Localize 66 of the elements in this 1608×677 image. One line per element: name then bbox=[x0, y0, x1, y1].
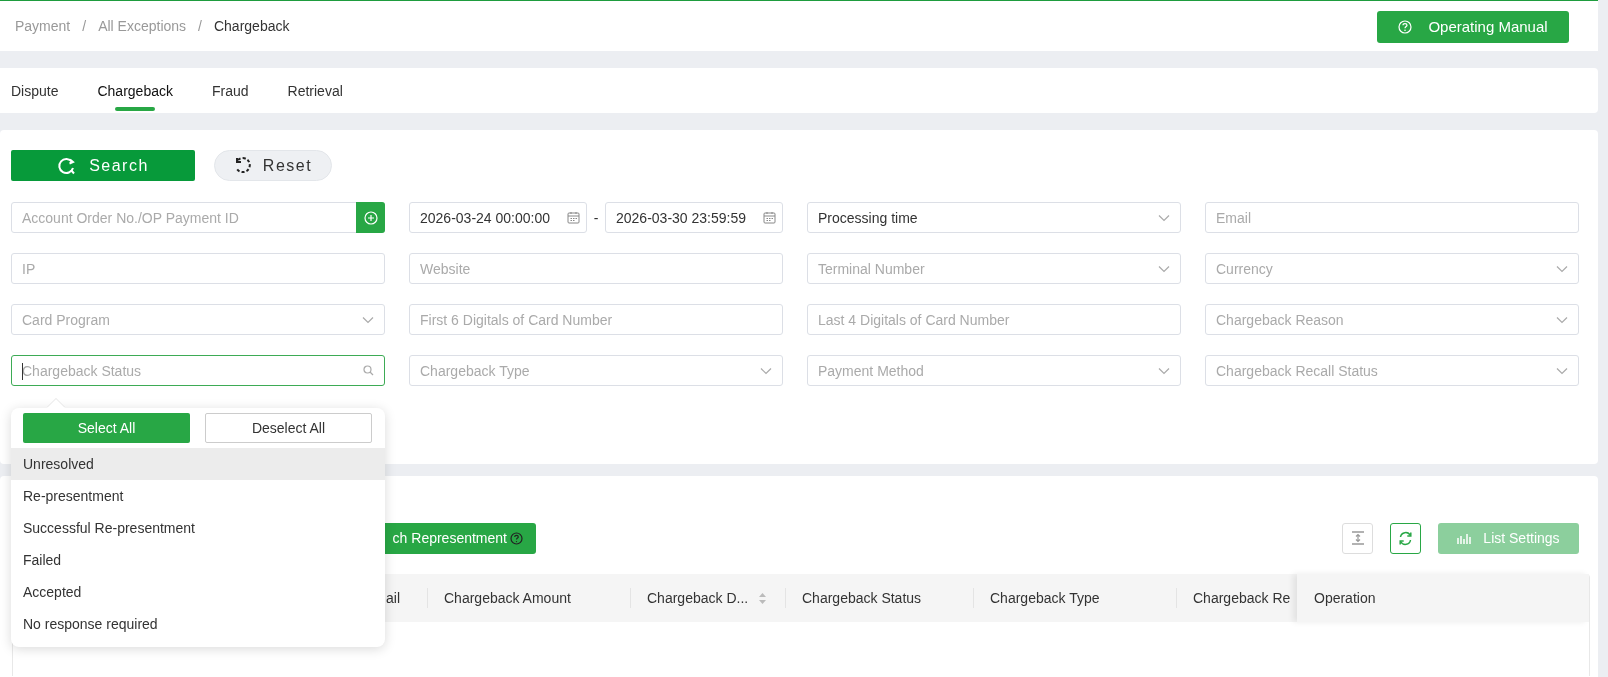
select-field[interactable]: Chargeback Type bbox=[409, 355, 783, 386]
column-header: Chargeback Type bbox=[990, 590, 1100, 606]
select-all-button[interactable]: Select All bbox=[23, 413, 190, 443]
reset-button[interactable]: Reset bbox=[214, 150, 332, 181]
plus-circle-icon bbox=[363, 210, 378, 225]
input-field[interactable]: Email bbox=[1205, 202, 1579, 233]
dropdown-option[interactable]: Accepted bbox=[11, 576, 385, 608]
deselect-all-button[interactable]: Deselect All bbox=[205, 413, 372, 443]
input-field[interactable]: First 6 Digitals of Card Number bbox=[409, 304, 783, 335]
breadcrumb-item[interactable]: All Exceptions bbox=[98, 18, 187, 34]
caret-icon bbox=[1556, 315, 1568, 324]
breadcrumb-separator: / bbox=[198, 18, 202, 34]
dropdown-option[interactable]: Re-presentment bbox=[11, 480, 385, 512]
select-field[interactable]: Chargeback Reason bbox=[1205, 304, 1579, 335]
caret-icon bbox=[760, 366, 772, 375]
column-header: Chargeback Re bbox=[1193, 590, 1291, 606]
select-field[interactable]: Processing time bbox=[807, 202, 1181, 233]
select-field[interactable]: Terminal Number bbox=[807, 253, 1181, 284]
expand-button[interactable] bbox=[1342, 522, 1373, 554]
range-separator: - bbox=[592, 209, 600, 226]
tab[interactable]: Dispute bbox=[11, 68, 59, 113]
operating-manual-button[interactable]: Operating Manual bbox=[1377, 10, 1569, 43]
input-field[interactable]: IP bbox=[11, 253, 385, 284]
column-header: Chargeback Status bbox=[802, 590, 922, 606]
column-header: Chargeback Amount bbox=[444, 590, 571, 606]
column-header: ail bbox=[386, 590, 400, 606]
tab[interactable]: Fraud bbox=[211, 68, 249, 113]
reset-icon bbox=[233, 156, 253, 175]
expand-icon bbox=[1350, 531, 1365, 545]
calendar-icon bbox=[567, 211, 580, 224]
dropdown-option[interactable]: Unresolved bbox=[11, 448, 385, 480]
select-field[interactable]: Card Program bbox=[11, 304, 385, 335]
tab[interactable]: Retrieval bbox=[287, 68, 343, 113]
tab[interactable]: Chargeback bbox=[97, 68, 173, 113]
column-header: Chargeback D... bbox=[647, 590, 749, 606]
search-button[interactable]: Search bbox=[11, 150, 195, 181]
refresh-icon bbox=[1398, 530, 1413, 546]
select-field[interactable]: Payment Method bbox=[807, 355, 1181, 386]
help-icon bbox=[1398, 19, 1413, 34]
column-header: Operation bbox=[1314, 590, 1376, 606]
calendar-icon bbox=[763, 211, 776, 224]
select-field[interactable]: Chargeback Recall Status bbox=[1205, 355, 1579, 386]
input-field[interactable]: Account Order No./OP Payment ID bbox=[11, 202, 385, 233]
date-field[interactable]: 2026-03-24 00:00:00 bbox=[409, 202, 587, 233]
input-field[interactable]: Website bbox=[409, 253, 783, 284]
caret-icon bbox=[1556, 264, 1568, 273]
bar-chart-icon bbox=[1457, 532, 1472, 544]
add-button[interactable] bbox=[356, 202, 385, 233]
caret-icon bbox=[1556, 366, 1568, 375]
breadcrumb-item: Chargeback bbox=[213, 18, 290, 34]
input-field[interactable]: Last 4 Digitals of Card Number bbox=[807, 304, 1181, 335]
date-field[interactable]: 2026-03-30 23:59:59 bbox=[605, 202, 783, 233]
dropdown-option[interactable]: No response required bbox=[11, 608, 385, 640]
breadcrumb-separator: / bbox=[82, 18, 87, 34]
caret-icon bbox=[1158, 264, 1170, 273]
dropdown-option[interactable]: Failed bbox=[11, 544, 385, 576]
caret-icon bbox=[1158, 213, 1170, 222]
caret-icon bbox=[362, 315, 374, 324]
dropdown-option[interactable]: Successful Re-presentment bbox=[11, 512, 385, 544]
caret-icon bbox=[1158, 366, 1170, 375]
breadcrumb-item[interactable]: Payment bbox=[15, 18, 71, 34]
select-field[interactable]: Currency bbox=[1205, 253, 1579, 284]
refresh-button[interactable] bbox=[1390, 522, 1421, 554]
select-field[interactable]: Chargeback Status bbox=[11, 355, 385, 386]
help-icon bbox=[510, 531, 523, 545]
batch-representment-button[interactable]: ch Representment bbox=[385, 522, 536, 554]
